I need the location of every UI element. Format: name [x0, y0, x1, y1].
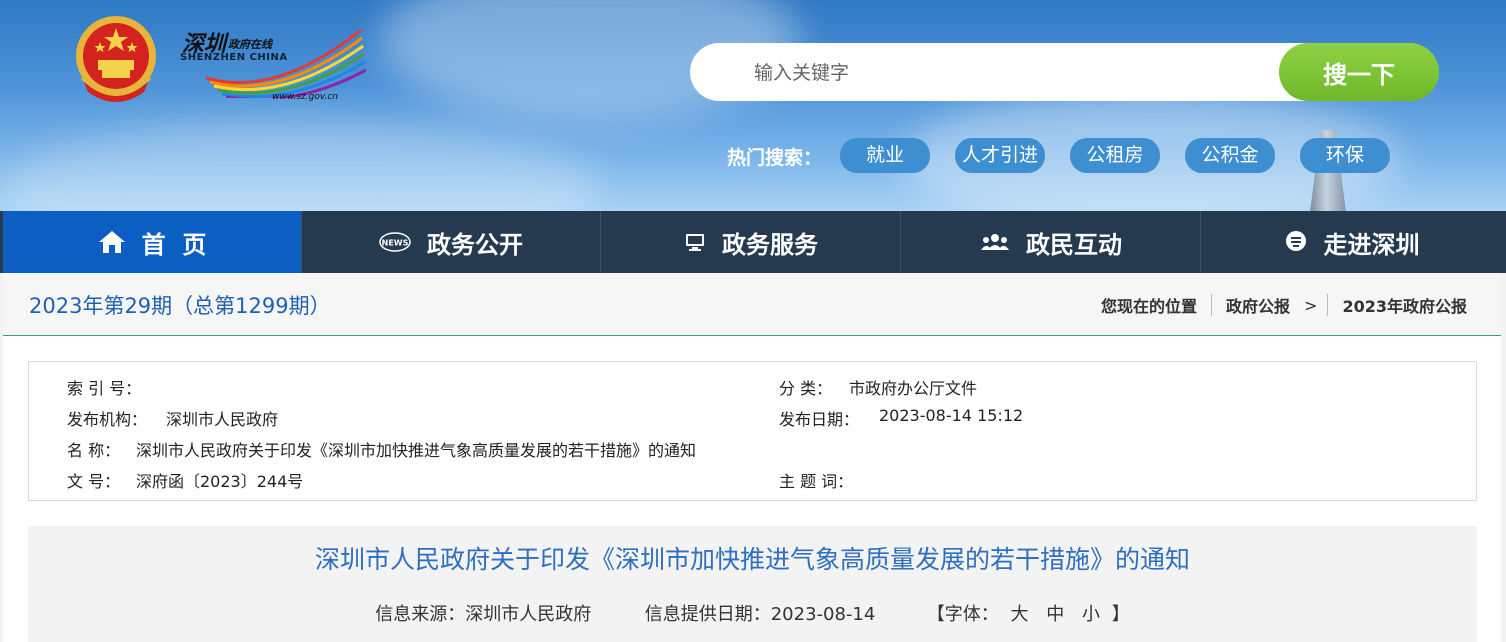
meta-doc-no-label: 文 号： [67, 472, 121, 491]
article-title: 深圳市人民政府关于印发《深圳市加快推进气象高质量发展的若干措施》的通知 [314, 545, 1190, 574]
search-input[interactable] [752, 43, 1276, 103]
users-icon [980, 232, 1010, 252]
location-label: 您现在的位置 [1101, 297, 1198, 316]
nav-item-about-shenzhen[interactable]: 走进深圳 [1202, 211, 1501, 273]
meta-publish-date-label: 发布日期： [779, 410, 860, 429]
logo-url-text: www.sz.gov.cn [272, 92, 338, 102]
search-button[interactable]: 搜一下 [1279, 43, 1439, 101]
document-meta-box: 索 引 号： 分 类： 市政府办公厅文件 发布机构： 深圳市人民政府 发布日期：… [28, 361, 1477, 501]
meta-publisher-value: 深圳市人民政府 [166, 410, 279, 429]
meta-name-value: 深圳市人民政府关于印发《深圳市加快推进气象高质量发展的若干措施》的通知 [136, 441, 697, 460]
monitor-icon [684, 232, 706, 252]
breadcrumb-divider [1327, 294, 1329, 316]
home-icon [98, 230, 126, 254]
meta-publisher-label: 发布机构： [67, 410, 148, 429]
nav-item-government-affairs[interactable]: NEWS 政务公开 [302, 211, 601, 273]
nav-item-home[interactable]: 首 页 [3, 211, 302, 273]
font-size-large-button[interactable]: 大 [1011, 600, 1029, 626]
breadcrumb-divider [1211, 294, 1213, 316]
article-meta: 信息来源：深圳市人民政府 信息提供日期：2023-08-14 【字体： 大 中 … [28, 600, 1477, 626]
nav-item-label: 走进深圳 [1323, 230, 1420, 259]
meta-publish-date-value: 2023-08-14 15:12 [879, 406, 1024, 425]
nav-item-label: 政务公开 [427, 230, 523, 259]
breadcrumb-bar: 2023年第29期（总第1299期） 您现在的位置 政府公报 > 2023年政府… [3, 273, 1501, 336]
nav-item-label: 政务服务 [722, 230, 818, 259]
font-size-medium-button[interactable]: 中 [1046, 600, 1064, 626]
meta-category-label: 分 类： [779, 379, 833, 398]
cloud-decoration [0, 120, 600, 212]
font-size-label-close: 】 [1111, 604, 1130, 625]
meta-index-label: 索 引 号： [67, 379, 142, 398]
site-header: 深圳 政府在线 SHENZHEN CHINA www.sz.gov.cn 搜一下… [0, 0, 1506, 212]
site-logo[interactable]: 深圳 政府在线 SHENZHEN CHINA www.sz.gov.cn [176, 22, 366, 108]
hot-tag-jobs[interactable]: 就业 [840, 138, 930, 173]
meta-keywords-label: 主 题 词： [779, 472, 854, 491]
speech-icon [1284, 230, 1308, 254]
hot-search-label: 热门搜索： [727, 147, 823, 169]
logo-english-text: SHENZHEN CHINA [180, 52, 288, 63]
logo-chinese-subtext: 政府在线 [228, 38, 272, 51]
search-box: 搜一下 [690, 43, 1439, 103]
hot-tag-talent[interactable]: 人才引进 [955, 138, 1045, 173]
hot-tag-public-housing[interactable]: 公租房 [1070, 138, 1160, 173]
breadcrumb: 您现在的位置 政府公报 > 2023年政府公报 [1101, 293, 1467, 317]
hot-tag-environment[interactable]: 环保 [1300, 138, 1390, 173]
svg-text:NEWS: NEWS [382, 239, 409, 248]
font-size-small-button[interactable]: 小 [1082, 600, 1100, 626]
breadcrumb-link-2023-gazette[interactable]: 2023年政府公报 [1342, 293, 1467, 317]
meta-category-value: 市政府办公厅文件 [849, 379, 978, 398]
breadcrumb-link-gazette[interactable]: 政府公报 [1226, 293, 1290, 317]
meta-doc-no-value: 深府函〔2023〕244号 [136, 472, 304, 491]
meta-name-label: 名 称： [67, 441, 121, 460]
nav-item-label: 政民互动 [1026, 230, 1122, 259]
news-icon: NEWS [379, 231, 411, 253]
article-provide-date: 信息提供日期：2023-08-14 [644, 604, 876, 625]
nav-item-interaction[interactable]: 政民互动 [902, 211, 1201, 273]
article-source: 信息来源：深圳市人民政府 [375, 604, 592, 625]
breadcrumb-separator: > [1304, 295, 1318, 315]
nav-item-label: 首 页 [141, 230, 207, 259]
article-header: 深圳市人民政府关于印发《深圳市加快推进气象高质量发展的若干措施》的通知 信息来源… [28, 526, 1477, 642]
main-nav: 首 页 NEWS 政务公开 政务服务 政民互动 走进深圳 [0, 211, 1506, 273]
nav-item-government-services[interactable]: 政务服务 [602, 211, 901, 273]
issue-title: 2023年第29期（总第1299期） [29, 294, 331, 318]
hot-tag-housing-fund[interactable]: 公积金 [1185, 138, 1275, 173]
national-emblem-icon[interactable] [70, 12, 162, 108]
font-size-label: 【字体： [926, 604, 999, 625]
content-area: 索 引 号： 分 类： 市政府办公厅文件 发布机构： 深圳市人民政府 发布日期：… [3, 336, 1501, 642]
